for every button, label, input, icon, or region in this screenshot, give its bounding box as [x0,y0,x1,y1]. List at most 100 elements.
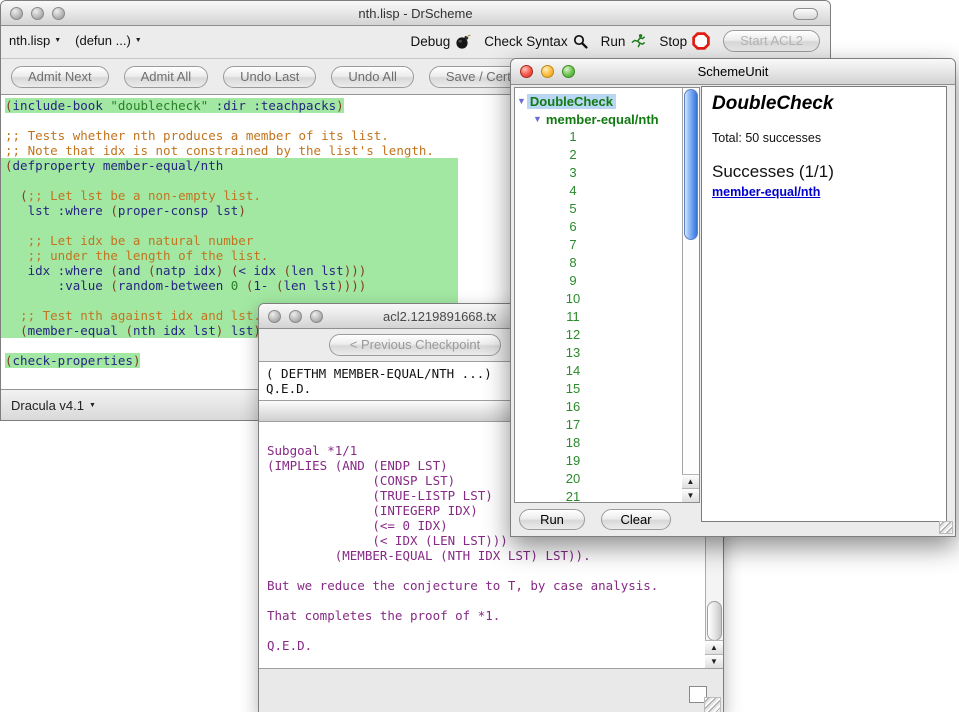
window-title: SchemeUnit [511,59,955,84]
code-line: :value (random-between 0 (1- (len lst)))… [1,278,458,293]
test-tree-pane: ▼ DoubleCheck ▼ member-equal/nth 1234567… [514,87,700,503]
scroll-up-button[interactable]: ▲ [682,474,699,488]
close-button[interactable] [268,310,281,323]
zoom-button[interactable] [310,310,323,323]
scrollbar-thumb[interactable] [707,601,722,641]
stop-button[interactable]: Stop [659,32,710,50]
chevron-down-icon: ▼ [135,37,142,44]
dracula-toolbar-button[interactable]: Admit Next [11,66,109,88]
tree-case-item[interactable]: 16 [515,398,682,416]
tree-case-item[interactable]: 9 [515,272,682,290]
tree-case-item[interactable]: 12 [515,326,682,344]
runner-icon [630,33,646,49]
close-button[interactable] [520,65,533,78]
resize-grip[interactable] [704,697,721,712]
defun-dropdown-label: (defun ...) [75,33,131,48]
detail-total: Total: 50 successes [712,131,936,145]
scroll-up-button[interactable]: ▲ [705,640,723,654]
clear-button[interactable]: Clear [601,509,671,530]
tree-case-item[interactable]: 3 [515,164,682,182]
chevron-down-icon: ▼ [54,37,61,44]
dracula-toolbar-button[interactable]: Undo Last [223,66,316,88]
zoom-button[interactable] [52,7,65,20]
main-toolbar: nth.lisp ▼ (defun ...) ▼ Debug [1,26,830,58]
code-line [1,173,458,188]
window-controls [520,65,575,78]
minimize-button[interactable] [289,310,302,323]
tree-case-item[interactable]: 15 [515,380,682,398]
tree-case-item[interactable]: 10 [515,290,682,308]
tree-case-item[interactable]: 7 [515,236,682,254]
tree-case-item[interactable]: 4 [515,182,682,200]
tree-case-item[interactable]: 6 [515,218,682,236]
language-dropdown[interactable]: Dracula v4.1 ▼ [11,398,96,413]
minimize-button[interactable] [31,7,44,20]
tree-case-item[interactable]: 14 [515,362,682,380]
tree-item-doublecheck[interactable]: ▼ DoubleCheck [515,92,682,110]
window-title: nth.lisp - DrScheme [1,1,830,26]
tree-case-item[interactable]: 5 [515,200,682,218]
defun-dropdown[interactable]: (defun ...) ▼ [75,33,142,48]
detail-heading: DoubleCheck [712,93,936,115]
tree-case-item[interactable]: 20 [515,470,682,488]
desktop: nth.lisp - DrScheme nth.lisp ▼ (defun ..… [0,0,959,712]
chevron-down-icon: ▼ [89,402,96,409]
code-line: (;; Let lst be a non-empty list. [1,188,458,203]
tree-scrollbar[interactable]: ▲ ▼ [682,88,699,502]
previous-checkpoint-button[interactable]: < Previous Checkpoint [329,334,501,356]
dracula-toolbar-button[interactable]: Admit All [124,66,209,88]
window-controls [10,7,65,20]
bomb-icon [455,33,471,49]
tree-case-item[interactable]: 11 [515,308,682,326]
code-line: lst :where (proper-consp lst) [1,203,458,218]
tree-case-item[interactable]: 18 [515,434,682,452]
minimize-button[interactable] [541,65,554,78]
schemeunit-window: SchemeUnit ▼ DoubleCheck ▼ member-equal/… [510,58,956,537]
code-line: ;; under the length of the list. [1,248,458,263]
code-line [1,218,458,233]
code-line: (defproperty member-equal/nth [1,158,458,173]
file-dropdown-label: nth.lisp [9,33,50,48]
successes-heading: Successes (1/1) [712,162,936,182]
check-syntax-button[interactable]: Check Syntax [484,34,587,49]
search-icon [573,34,588,49]
dracula-toolbar-button[interactable]: Undo All [331,66,413,88]
tree-case-item[interactable]: 19 [515,452,682,470]
tree-case-item[interactable]: 21 [515,488,682,502]
acl2-bottom-bar [259,668,723,712]
zoom-button[interactable] [562,65,575,78]
code-line: ;; Let idx be a natural number [1,233,458,248]
window-controls [268,310,323,323]
tree-case-item[interactable]: 8 [515,254,682,272]
test-tree: ▼ DoubleCheck ▼ member-equal/nth 1234567… [515,88,682,502]
start-acl2-button[interactable]: Start ACL2 [723,30,820,52]
run-button[interactable]: Run [601,33,647,49]
close-button[interactable] [10,7,23,20]
resize-grip[interactable] [939,521,953,534]
stop-sign-icon [692,32,710,50]
run-tests-button[interactable]: Run [519,509,585,530]
scroll-down-button[interactable]: ▼ [705,654,723,668]
file-dropdown[interactable]: nth.lisp ▼ [9,33,61,48]
schemeunit-titlebar[interactable]: SchemeUnit [511,59,955,85]
tree-item-label: member-equal/nth [543,112,662,127]
scrollbar-thumb[interactable] [684,89,698,240]
debug-button[interactable]: Debug [410,33,471,49]
toolbar-collapse-button[interactable] [793,8,818,20]
disclosure-triangle-icon[interactable]: ▼ [517,96,526,106]
tree-item-member-equal-nth[interactable]: ▼ member-equal/nth [515,110,682,128]
drscheme-titlebar[interactable]: nth.lisp - DrScheme [1,1,830,26]
check-syntax-label: Check Syntax [484,34,567,49]
run-label: Run [601,34,626,49]
disclosure-triangle-icon[interactable]: ▼ [533,114,542,124]
stop-label: Stop [659,34,687,49]
tree-case-item[interactable]: 2 [515,146,682,164]
tree-case-item[interactable]: 17 [515,416,682,434]
debug-label: Debug [410,34,450,49]
test-detail-pane: DoubleCheck Total: 50 successes Successe… [701,86,947,522]
tree-case-item[interactable]: 13 [515,344,682,362]
tree-case-item[interactable]: 1 [515,128,682,146]
test-result-link[interactable]: member-equal/nth [712,185,936,199]
tree-item-label: DoubleCheck [527,94,616,109]
scroll-down-button[interactable]: ▼ [682,488,699,502]
